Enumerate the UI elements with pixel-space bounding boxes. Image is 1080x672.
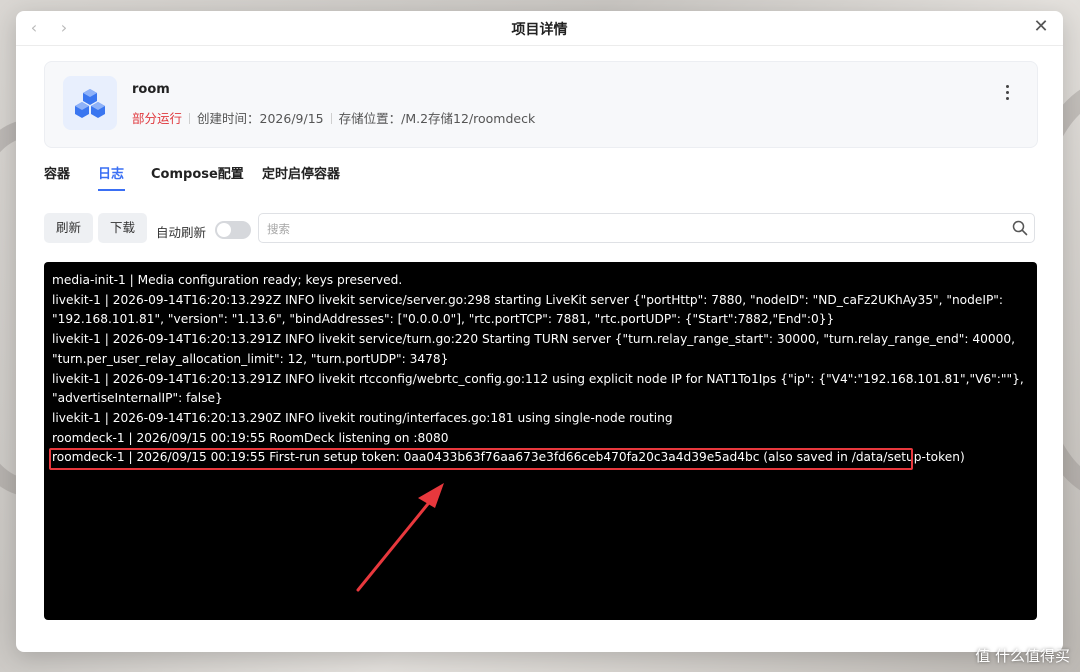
storage-location: 存储位置：/M.2存储12/roomdeck [338,111,536,126]
project-card: room 部分运行 创建时间：2026/9/15 存储位置：/M.2存储12/roo… [44,61,1038,148]
toggle-knob [217,223,231,237]
search-input[interactable] [265,214,1009,244]
status-badge: 部分运行 [132,111,183,126]
log-console: media-init-1 | Media configuration ready… [44,262,1037,620]
project-detail-window: ‹ › 项目详情 ✕ room 部分运行 创建时间：2026/9/15 存储位置：/ [16,11,1063,652]
active-tab-indicator [98,189,125,191]
search-box [258,213,1035,244]
search-icon[interactable] [1012,220,1028,236]
divider [189,113,191,124]
auto-refresh-label: 自动刷新 [156,225,207,240]
annotation-arrow [356,483,444,592]
cubes-icon [63,76,117,130]
project-name: room [132,82,170,97]
more-vertical-icon[interactable] [999,82,1015,106]
created-time: 创建时间：2026/9/15 [197,111,324,126]
refresh-button[interactable]: 刷新 [44,213,94,243]
window-title: 项目详情 [511,22,568,38]
tab-containers[interactable]: 容器 [44,163,70,182]
download-button[interactable]: 下载 [98,213,148,243]
auto-refresh-toggle[interactable] [215,221,251,239]
tab-scheduled-start-stop[interactable]: 定时启停容器 [262,163,340,182]
title-bar: ‹ › 项目详情 ✕ [16,11,1063,46]
tab-compose-config[interactable]: Compose配置 [151,163,244,182]
project-meta: 部分运行 创建时间：2026/9/15 存储位置：/M.2存储12/roomdeck [132,108,535,127]
watermark: 值 什么值得买 [975,647,1070,665]
divider [330,113,332,124]
tab-logs[interactable]: 日志 [98,163,124,182]
close-icon[interactable]: ✕ [1031,17,1051,37]
